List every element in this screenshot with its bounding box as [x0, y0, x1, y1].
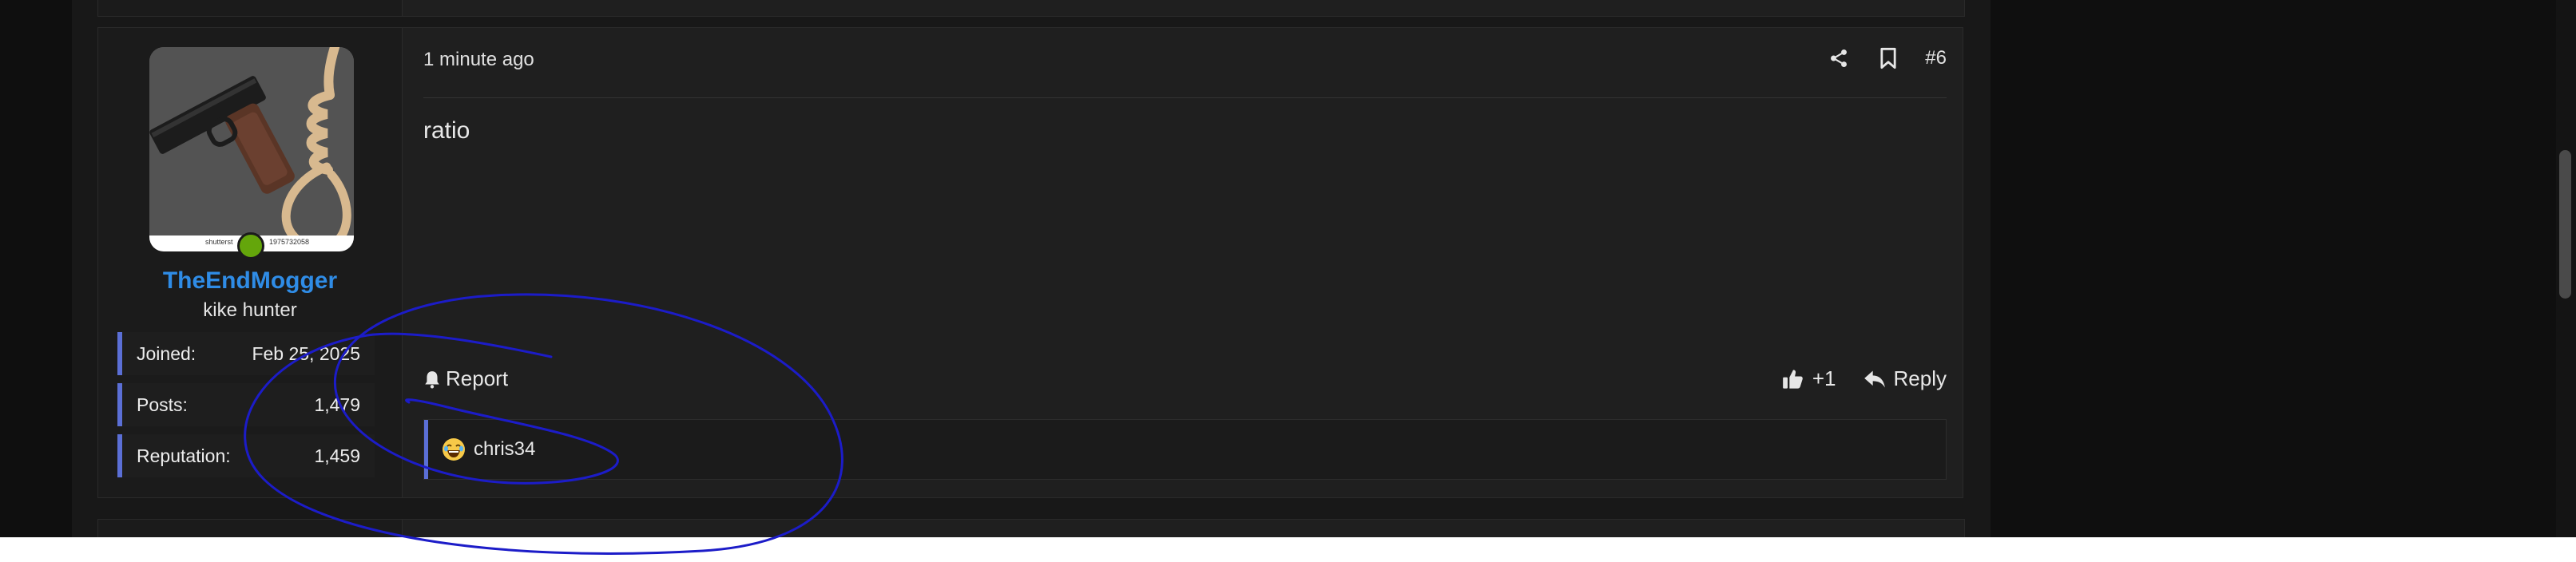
stat-posts: Posts: 1,479 — [117, 383, 375, 426]
post-timestamp[interactable]: 1 minute ago — [423, 49, 534, 71]
next-post-card — [97, 519, 1965, 537]
reply-label: Reply — [1893, 366, 1947, 390]
stat-value: 1,459 — [314, 445, 360, 466]
user-title: kike hunter — [203, 299, 297, 321]
viewport: shutterst 1975732058 TheEndMogger kike h… — [0, 0, 2576, 537]
online-status-indicator — [237, 232, 264, 259]
stat-joined: Joined: Feb 25, 2025 — [117, 332, 375, 375]
stat-label: Reputation: — [137, 445, 231, 466]
reactions-accent-bar — [424, 420, 428, 479]
avatar-watermark-left: shutterst — [205, 238, 233, 246]
bookmark-icon[interactable] — [1875, 46, 1901, 71]
report-button[interactable]: Report — [423, 366, 508, 391]
username[interactable]: TheEndMogger — [98, 267, 402, 295]
reactions-bar[interactable]: chris34 — [423, 419, 1947, 480]
stat-reputation: Reputation: 1,459 — [117, 434, 375, 477]
like-count: +1 — [1812, 366, 1836, 390]
forum-post: shutterst 1975732058 TheEndMogger kike h… — [97, 27, 1963, 498]
scrollbar-thumb[interactable] — [2559, 150, 2571, 299]
laughing-emoji-icon — [443, 438, 465, 461]
post-main-pane: 1 minute ago #6 ratio Report +1 Reply ch… — [403, 28, 1963, 497]
post-user-pane: shutterst 1975732058 TheEndMogger kike h… — [98, 28, 403, 497]
report-label: Report — [446, 366, 509, 390]
post-message: ratio — [423, 117, 470, 144]
reply-icon — [1864, 370, 1885, 387]
reaction-users[interactable]: chris34 — [474, 438, 535, 461]
stat-label: Posts: — [137, 394, 188, 415]
post-number-link[interactable]: #6 — [1925, 47, 1947, 69]
post-header-actions: #6 — [1826, 46, 1947, 71]
like-button[interactable]: +1 — [1782, 366, 1836, 391]
avatar-watermark-right: 1975732058 — [269, 238, 310, 246]
stat-value: Feb 25, 2025 — [252, 342, 360, 364]
previous-post-user-pane — [98, 0, 403, 16]
reply-button[interactable]: Reply — [1864, 366, 1947, 391]
avatar[interactable]: shutterst 1975732058 — [149, 47, 354, 251]
next-post-user-pane — [98, 520, 403, 537]
bell-icon — [425, 370, 439, 388]
post-footer-actions: +1 Reply — [1782, 366, 1947, 391]
post-header-divider — [423, 97, 1947, 98]
stat-value: 1,479 — [314, 394, 360, 415]
avatar-image — [149, 47, 354, 251]
stat-label: Joined: — [137, 342, 196, 364]
share-icon[interactable] — [1826, 46, 1852, 71]
thumbs-up-icon — [1783, 369, 1803, 389]
scrollbar[interactable] — [2556, 0, 2576, 537]
previous-post-card — [97, 0, 1965, 17]
